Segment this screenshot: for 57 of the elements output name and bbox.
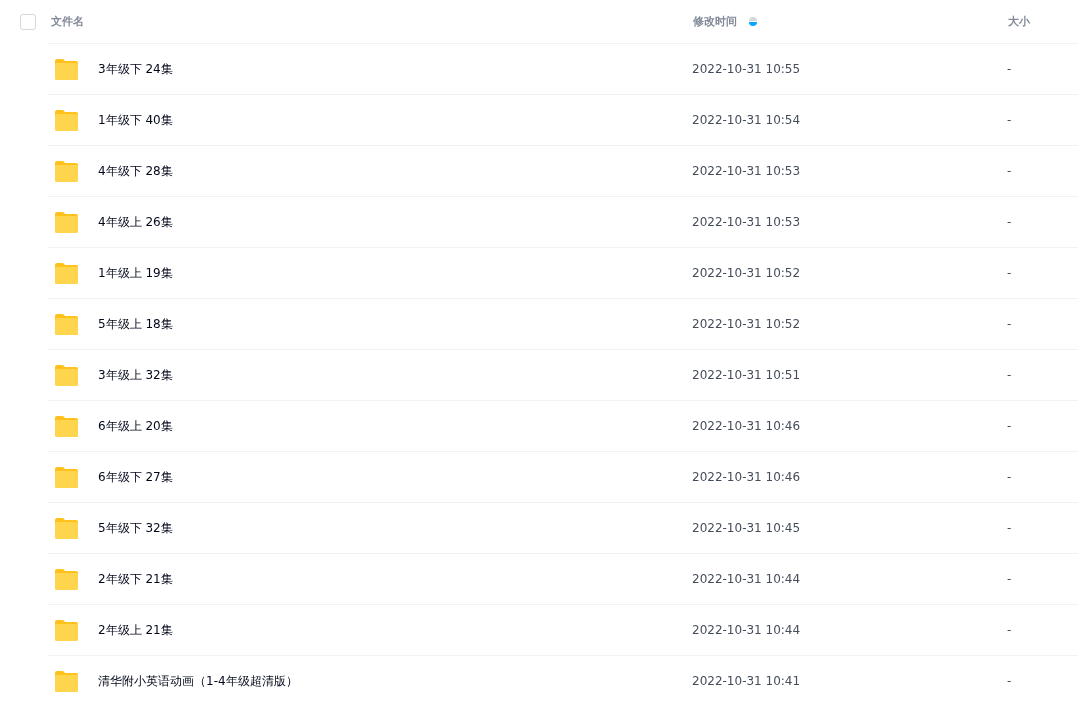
folder-icon [54, 313, 79, 335]
folder-name[interactable]: 4年级上 26集 [98, 213, 173, 231]
folder-name[interactable]: 清华附小英语动画（1-4年级超清版） [98, 672, 298, 690]
folder-icon [54, 517, 79, 539]
file-size: - [1007, 674, 1012, 688]
file-size: - [1007, 419, 1012, 433]
modified-time: 2022-10-31 10:55 [692, 62, 801, 76]
file-size: - [1007, 164, 1012, 178]
modified-time: 2022-10-31 10:52 [692, 266, 801, 280]
modified-time: 2022-10-31 10:41 [692, 674, 801, 688]
modified-time: 2022-10-31 10:45 [692, 521, 801, 535]
folder-name[interactable]: 2年级下 21集 [98, 570, 173, 588]
folder-icon [54, 466, 79, 488]
file-size: - [1007, 368, 1012, 382]
file-size: - [1007, 266, 1012, 280]
folder-name[interactable]: 2年级上 21集 [98, 621, 173, 639]
folder-name[interactable]: 1年级上 19集 [98, 264, 173, 282]
column-header[interactable]: 大小 [1008, 14, 1030, 29]
folder-icon [54, 364, 79, 386]
file-size: - [1007, 470, 1012, 484]
modified-time: 2022-10-31 10:46 [692, 419, 801, 433]
folder-name[interactable]: 3年级下 24集 [98, 60, 173, 78]
folder-name[interactable]: 3年级上 32集 [98, 366, 173, 384]
modified-time: 2022-10-31 10:44 [692, 623, 801, 637]
folder-icon [54, 211, 79, 233]
modified-time: 2022-10-31 10:51 [692, 368, 801, 382]
file-size: - [1007, 113, 1012, 127]
folder-name[interactable]: 5年级下 32集 [98, 519, 173, 537]
file-size: - [1007, 572, 1012, 586]
folder-name[interactable]: 5年级上 18集 [98, 315, 173, 333]
folder-icon [54, 619, 79, 641]
file-size: - [1007, 62, 1012, 76]
modified-time: 2022-10-31 10:53 [692, 215, 801, 229]
folder-icon [54, 109, 79, 131]
folder-name[interactable]: 4年级下 28集 [98, 162, 173, 180]
folder-icon [54, 568, 79, 590]
modified-time: 2022-10-31 10:46 [692, 470, 801, 484]
folder-name[interactable]: 6年级上 20集 [98, 417, 173, 435]
folder-icon [54, 58, 79, 80]
modified-time: 2022-10-31 10:52 [692, 317, 801, 331]
modified-time: 2022-10-31 10:44 [692, 572, 801, 586]
modified-time: 2022-10-31 10:53 [692, 164, 801, 178]
file-size: - [1007, 623, 1012, 637]
file-size: - [1007, 215, 1012, 229]
column-header[interactable]: 修改时间 [693, 14, 737, 29]
folder-name[interactable]: 1年级下 40集 [98, 111, 173, 129]
folder-icon [54, 415, 79, 437]
folder-icon [54, 262, 79, 284]
file-size: - [1007, 521, 1012, 535]
folder-icon [54, 670, 79, 692]
column-header[interactable]: 文件名 [51, 14, 84, 29]
modified-time: 2022-10-31 10:54 [692, 113, 801, 127]
folder-icon [54, 160, 79, 182]
folder-name[interactable]: 6年级下 27集 [98, 468, 173, 486]
select-all-checkbox[interactable] [20, 13, 36, 30]
file-size: - [1007, 317, 1012, 331]
sort-icon[interactable] [749, 16, 757, 27]
